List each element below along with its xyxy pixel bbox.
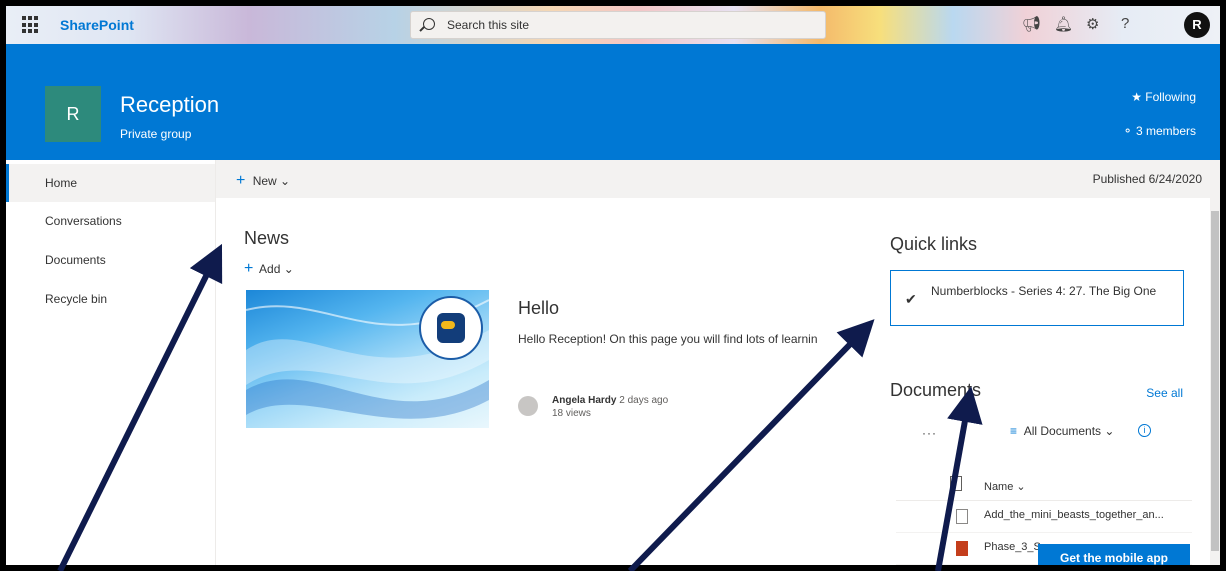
nav-item-home[interactable]: Home <box>6 164 215 202</box>
view-count: 18 views <box>552 408 591 419</box>
nav-item-label: Home <box>45 176 78 190</box>
add-news-button[interactable]: + Add ⌄ <box>244 260 294 278</box>
search-placeholder: Search this site <box>447 18 530 32</box>
browser-frame: SharePoint Search this site 📢︎ 🔔︎ ⚙ ? R … <box>0 0 1226 571</box>
powerpoint-file-icon <box>956 541 968 556</box>
members-label: 3 members <box>1135 124 1196 138</box>
suite-bar: SharePoint Search this site 📢︎ 🔔︎ ⚙ ? R <box>6 6 1220 44</box>
app-name[interactable]: SharePoint <box>60 17 134 33</box>
person-icon: ⚬ <box>1122 124 1133 138</box>
search-box[interactable]: Search this site <box>410 11 826 39</box>
quick-link-item[interactable]: ✔ Numberblocks - Series 4: 27. The Big O… <box>890 270 1184 326</box>
members-button[interactable]: ⚬ 3 members <box>1123 124 1196 138</box>
more-options-icon[interactable]: ··· <box>922 426 937 440</box>
document-row[interactable]: Add_the_mini_beasts_together_an... <box>896 500 1192 533</box>
get-mobile-app-button[interactable]: Get the mobile app <box>1038 544 1190 565</box>
chevron-down-icon: ⌄ <box>280 174 291 188</box>
nav-item-label: Conversations <box>45 214 122 228</box>
page-content: News + Add ⌄ Hello Hello Reception! On t… <box>216 198 1203 565</box>
word-file-icon <box>956 509 968 524</box>
add-label: Add <box>259 262 281 276</box>
scrollbar-thumb[interactable] <box>1211 211 1219 551</box>
quick-link-label: Numberblocks - Series 4: 27. The Big One <box>931 284 1157 298</box>
megaphone-icon[interactable]: 📢︎ <box>1022 15 1041 33</box>
nav-item-documents[interactable]: Documents <box>6 241 215 279</box>
new-label: New <box>252 174 277 188</box>
chevron-down-icon: ⌄ <box>283 262 294 276</box>
plus-icon: + <box>244 260 254 277</box>
author-name[interactable]: Angela Hardy <box>552 395 616 406</box>
author-avatar <box>518 396 538 416</box>
site-logo[interactable]: R <box>45 86 101 142</box>
new-button[interactable]: + New ⌄ <box>236 172 290 190</box>
command-bar: + New ⌄ Published 6/24/2020 <box>216 160 1220 198</box>
list-icon: ≡ <box>1010 424 1018 438</box>
gear-icon[interactable]: ⚙ <box>1086 15 1099 33</box>
see-all-link[interactable]: See all <box>1146 386 1183 400</box>
documents-heading: Documents <box>890 380 982 400</box>
star-icon: ★ <box>1131 90 1142 104</box>
nav-item-label: Documents <box>45 253 106 267</box>
following-label: Following <box>1145 90 1196 104</box>
news-heading: News <box>244 228 290 248</box>
chevron-down-icon: ⌄ <box>1016 481 1026 493</box>
column-header: Name ⌄ <box>896 468 1192 501</box>
following-button[interactable]: ★ Following <box>1131 90 1196 104</box>
post-time: 2 days ago <box>619 395 669 406</box>
news-title[interactable]: Hello <box>518 298 559 319</box>
left-nav: Home Conversations Documents Recycle bin <box>6 160 216 565</box>
info-icon[interactable]: i <box>1138 424 1151 437</box>
bell-icon[interactable]: 🔔︎ <box>1054 15 1073 33</box>
search-icon <box>423 18 435 30</box>
nav-item-conversations[interactable]: Conversations <box>6 202 215 240</box>
author-line: Angela Hardy 2 days ago <box>552 395 668 406</box>
checkmark-icon: ✔ <box>905 291 917 307</box>
help-icon[interactable]: ? <box>1121 15 1129 32</box>
view-selector[interactable]: ≡ All Documents ⌄ <box>1010 424 1114 438</box>
nav-item-recycle-bin[interactable]: Recycle bin <box>6 280 215 318</box>
school-crest-logo <box>419 296 483 360</box>
nav-item-label: Recycle bin <box>45 292 108 306</box>
quick-links-heading: Quick links <box>890 234 978 254</box>
news-thumbnail[interactable] <box>246 290 489 428</box>
waffle-icon[interactable] <box>22 16 40 34</box>
news-description: Hello Reception! On this page you will f… <box>518 332 818 346</box>
avatar[interactable]: R <box>1184 12 1210 38</box>
view-label: All Documents <box>1023 424 1102 438</box>
site-title[interactable]: Reception <box>120 92 219 118</box>
site-header: R Reception Private group ★ Following ⚬ … <box>6 44 1220 160</box>
chevron-down-icon: ⌄ <box>1104 424 1115 438</box>
site-subtitle: Private group <box>120 127 192 141</box>
document-name[interactable]: Add_the_mini_beasts_together_an... <box>984 509 1164 521</box>
name-column-header[interactable]: Name ⌄ <box>984 480 1026 493</box>
published-status: Published 6/24/2020 <box>1092 172 1202 186</box>
plus-icon: + <box>236 172 246 189</box>
name-column-label: Name <box>984 481 1014 493</box>
file-type-icon <box>950 476 962 491</box>
